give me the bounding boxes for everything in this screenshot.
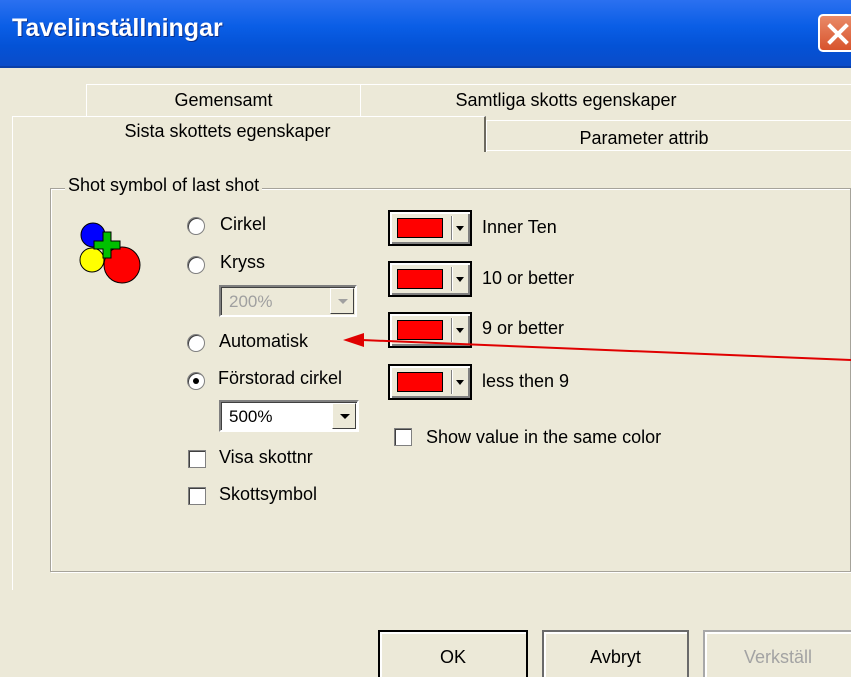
- cancel-button[interactable]: Avbryt: [542, 630, 689, 677]
- ok-button[interactable]: OK: [378, 630, 528, 677]
- apply-button: Verkställ: [703, 630, 851, 677]
- annotation-arrow: [343, 333, 851, 361]
- tab-sista-skottets-egenskaper[interactable]: Sista skottets egenskaper: [12, 116, 486, 152]
